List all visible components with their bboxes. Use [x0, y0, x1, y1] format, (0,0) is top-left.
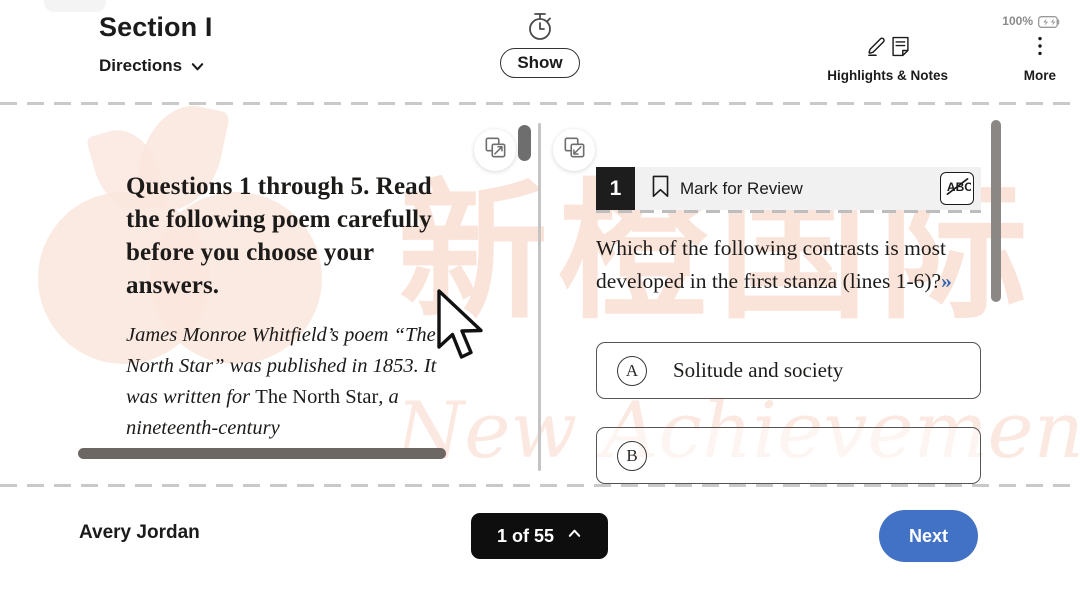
question-navigator-button[interactable]: 1 of 55 — [471, 513, 608, 559]
battery-percent-label: 100% — [1002, 14, 1033, 28]
passage-intro-roman: The North Star — [255, 386, 379, 409]
vertical-dots-icon — [1037, 35, 1043, 62]
answer-choice-b-letter: B — [617, 440, 647, 471]
expand-question-button[interactable] — [553, 129, 595, 171]
mark-for-review-button[interactable]: Mark for Review — [651, 175, 803, 203]
answer-choice-a-text: Solitude and society — [673, 358, 844, 382]
question-number-badge: 1 — [596, 167, 635, 210]
question-stem-text: Which of the following contrasts is most… — [596, 236, 946, 293]
passage-heading: Questions 1 through 5. Read the followin… — [126, 173, 432, 299]
question-header-divider — [596, 210, 981, 213]
show-timer-label: Show — [517, 53, 563, 72]
question-vertical-scrollbar[interactable] — [991, 120, 1001, 302]
show-timer-button[interactable]: Show — [500, 48, 580, 78]
abc-strikethrough-icon: ABC — [944, 174, 973, 204]
next-button-label: Next — [908, 525, 948, 546]
battery-charging-icon — [1038, 15, 1060, 28]
question-header-bar: 1 Mark for Review ABC — [596, 167, 981, 210]
test-app-window: 新橙国际 New Achievements Section I Directio… — [0, 0, 1080, 606]
passage-vertical-scrollbar[interactable] — [518, 125, 531, 161]
question-pane: 1 Mark for Review ABC Which of the follo… — [545, 105, 1080, 484]
more-label: More — [1023, 68, 1056, 83]
page-indicator-label: 1 of 55 — [496, 525, 555, 546]
passage-pane: Questions 1 through 5. Read the followin… — [0, 105, 538, 484]
highlights-and-notes-button[interactable]: Highlights & Notes — [827, 36, 948, 83]
stopwatch-icon — [525, 10, 555, 42]
cross-out-answers-button[interactable]: ABC — [940, 172, 974, 205]
passage-content: Questions 1 through 5. Read the followin… — [126, 170, 466, 445]
highlights-and-notes-label: Highlights & Notes — [827, 68, 948, 83]
toolbar-right-group: 100% Highlights & Notes More — [820, 0, 1080, 100]
battery-status: 100% — [1002, 14, 1060, 28]
expand-passage-button[interactable] — [474, 129, 516, 171]
passage-horizontal-scrollbar[interactable] — [78, 448, 446, 459]
expand-panel-icon — [485, 137, 506, 163]
highlighter-pen-icon — [866, 36, 887, 62]
toolbar-divider — [0, 102, 1080, 105]
answer-choice-a-letter: A — [617, 355, 647, 386]
main-split-area: Questions 1 through 5. Read the followin… — [0, 105, 1080, 484]
pane-divider[interactable] — [538, 123, 541, 471]
note-page-icon — [891, 36, 910, 62]
mark-for-review-label: Mark for Review — [680, 178, 803, 198]
chevron-up-icon — [567, 526, 582, 546]
double-chevron-right-icon[interactable]: » — [941, 269, 952, 293]
next-button[interactable]: Next — [879, 510, 978, 562]
collapse-panel-icon — [564, 137, 585, 163]
bookmark-icon — [651, 175, 670, 203]
answer-choice-b[interactable]: B — [596, 427, 981, 484]
more-button[interactable]: More — [1023, 35, 1056, 83]
passage-intro-paragraph: James Monroe Whitfield’s poem “The North… — [126, 320, 466, 445]
student-name-label: Avery Jordan — [79, 522, 200, 543]
top-toolbar: Section I Directions Show 100% Highlight… — [0, 0, 1080, 102]
answer-choice-a[interactable]: A Solitude and society — [596, 342, 981, 399]
question-stem: Which of the following contrasts is most… — [596, 232, 986, 297]
